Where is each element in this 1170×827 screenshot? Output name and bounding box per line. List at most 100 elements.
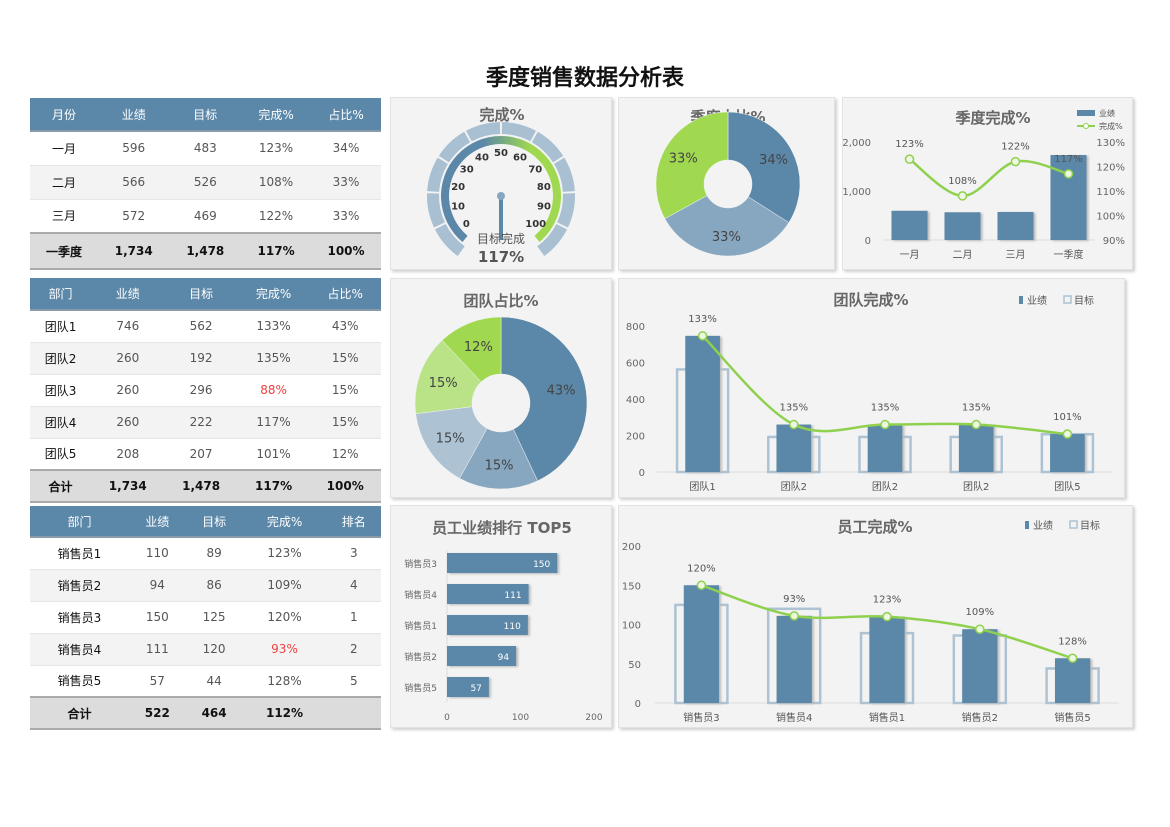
table-cell: 二月 bbox=[30, 165, 98, 200]
column-header: 完成% bbox=[241, 98, 312, 132]
team-pie-panel: 团队占比% 43% 15% 15% 15% 12% bbox=[390, 278, 612, 498]
pie-label: 15% bbox=[436, 432, 465, 447]
line-point bbox=[880, 419, 890, 430]
table-row: 团队3 260 296 88% 15% bbox=[30, 374, 381, 407]
table-cell: 2 bbox=[326, 633, 381, 666]
table-cell: 15% bbox=[309, 342, 381, 375]
y-tick-label: 400 bbox=[626, 395, 645, 406]
table-row: 团队1 746 562 133% 43% bbox=[30, 310, 381, 343]
gauge-caption: 目标完成 bbox=[477, 231, 525, 246]
table-cell: 89 bbox=[185, 537, 243, 570]
legend-label: 业绩 bbox=[1033, 519, 1053, 532]
y-tick-label: 600 bbox=[626, 359, 645, 370]
pie-label: 33% bbox=[712, 230, 741, 245]
y-tick-label: 200 bbox=[626, 432, 645, 443]
total-cell: 117% bbox=[237, 469, 310, 503]
chart-title: 员工业绩排行 TOP5 bbox=[432, 519, 572, 537]
table-cell: 526 bbox=[169, 165, 242, 200]
legend-label: 业绩 bbox=[1027, 294, 1047, 307]
total-cell: 112% bbox=[242, 696, 327, 730]
x-tick-label: 一月 bbox=[900, 249, 920, 261]
x-tick-label: 100 bbox=[512, 713, 529, 723]
table-cell: 122% bbox=[241, 199, 312, 234]
column-header: 部门 bbox=[30, 506, 129, 538]
table-cell: 120 bbox=[185, 633, 243, 666]
table-cell: 12% bbox=[309, 438, 381, 471]
quarter-pie-panel: 季度占比%34%33%33% bbox=[618, 97, 835, 270]
y-tick-label: 1,000 bbox=[843, 187, 871, 198]
total-cell: 117% bbox=[241, 232, 312, 270]
gauge-tick-label: 30 bbox=[460, 164, 474, 175]
table-cell: 三月 bbox=[30, 199, 98, 234]
y2-tick-label: 90% bbox=[1103, 236, 1125, 247]
line-point bbox=[957, 191, 968, 201]
table-cell: 111 bbox=[128, 633, 186, 666]
x-tick-label: 销售员4 bbox=[776, 711, 812, 724]
pie-label: 34% bbox=[759, 153, 788, 168]
quarter-combo-panel: 季度完成% 0 1,000 2,000 90% 100% 110% 120% 130% 一月 二月 三… bbox=[842, 97, 1133, 270]
total-cell: 464 bbox=[185, 696, 243, 730]
column-header: 占比% bbox=[311, 98, 381, 132]
table-cell: 15% bbox=[309, 406, 381, 439]
table-row: 销售员4 111 120 93% 2 bbox=[30, 633, 381, 666]
x-tick-label: 销售员1 bbox=[869, 711, 905, 724]
table-cell: 4 bbox=[326, 569, 381, 602]
table-cell: 一月 bbox=[30, 131, 98, 166]
line-point bbox=[975, 624, 985, 634]
table-cell: 101% bbox=[237, 438, 310, 471]
total-cell: 合计 bbox=[30, 696, 129, 730]
gauge-needle-hub bbox=[497, 192, 505, 200]
x-tick-label: 团队2 bbox=[872, 480, 898, 493]
y-tick-label: 2,000 bbox=[843, 138, 871, 149]
table-row: 销售员1 110 89 123% 3 bbox=[30, 537, 381, 570]
table-row: 一月 596 483 123% 34% bbox=[30, 131, 381, 166]
y-tick-label: 100 bbox=[622, 621, 641, 632]
category-label: 销售员4 bbox=[404, 589, 437, 601]
column-header: 占比% bbox=[309, 278, 381, 311]
table-cell: 128% bbox=[242, 665, 327, 698]
y-tick-label: 150 bbox=[622, 581, 641, 592]
quarter-pie-chart: 季度占比%34%33%33% bbox=[655, 108, 801, 257]
total-cell: 1,734 bbox=[91, 469, 165, 503]
line-data-label: 133% bbox=[688, 314, 717, 325]
value-bar bbox=[958, 424, 994, 472]
table-header: 部门 业绩 目标 完成% 占比% bbox=[30, 278, 381, 311]
gauge-tick-label: 90 bbox=[537, 201, 551, 212]
table-cell: 88% bbox=[237, 374, 310, 407]
value-bar bbox=[962, 629, 998, 703]
column-header: 完成% bbox=[237, 278, 310, 311]
table-row: 销售员2 94 86 109% 4 bbox=[30, 569, 381, 602]
gauge-tick-label: 100 bbox=[525, 219, 546, 230]
bar-data-label: 94 bbox=[498, 653, 510, 663]
total-cell: 522 bbox=[128, 696, 186, 730]
chart-title: 完成% bbox=[479, 106, 524, 124]
value-bar bbox=[869, 616, 905, 703]
line-point bbox=[904, 154, 915, 164]
team-combo-panel: 团队完成% 0 200 400 600 800 团队1 团队2 团队2 团队2 团队5 133% 135… bbox=[618, 278, 1125, 498]
x-tick-label: 团队1 bbox=[689, 480, 715, 493]
top5-panel: 员工业绩排行 TOP5 销售员3 150 销售员4 111 销售员1 110 销售员2 94 销售… bbox=[390, 505, 612, 728]
table-cell: 销售员4 bbox=[30, 633, 129, 666]
table-cell: 260 bbox=[91, 374, 165, 407]
category-label: 销售员2 bbox=[404, 651, 437, 663]
legend-bar-swatch bbox=[1077, 110, 1095, 116]
line-point bbox=[1067, 653, 1078, 664]
x-tick-label: 一季度 bbox=[1054, 248, 1084, 261]
table-row: 二月 566 526 108% 33% bbox=[30, 165, 381, 200]
line-data-label: 120% bbox=[687, 563, 716, 574]
table-cell: 44 bbox=[185, 665, 243, 698]
table-cell: 1 bbox=[326, 601, 381, 634]
column-header: 目标 bbox=[185, 506, 243, 538]
legend-bar-swatch bbox=[1019, 296, 1023, 304]
monthly-table: 月份 业绩 目标 完成% 占比% 一月 596 483 123% 34% 二月 566 526 108% 3… bbox=[30, 98, 381, 270]
top5-bar-chart: 员工业绩排行 TOP5 销售员3 150 销售员4 111 销售员1 110 销售员2 94 销售… bbox=[404, 519, 603, 723]
column-header: 排名 bbox=[326, 506, 381, 538]
legend-target-swatch bbox=[1063, 295, 1072, 304]
gauge-tick-label: 70 bbox=[528, 164, 542, 175]
category-label: 销售员1 bbox=[404, 620, 437, 632]
bar-data-label: 57 bbox=[470, 684, 481, 694]
table-cell: 团队1 bbox=[30, 310, 92, 343]
gauge-tick-label: 40 bbox=[475, 152, 489, 163]
line-data-label: 123% bbox=[895, 139, 924, 150]
pie-label: 43% bbox=[547, 384, 576, 399]
